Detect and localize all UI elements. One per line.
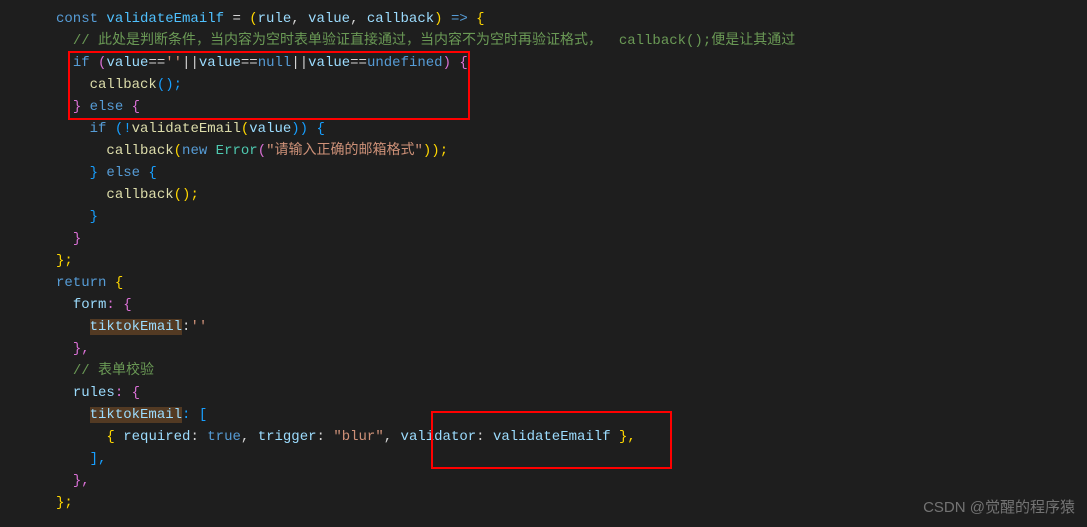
- code-line: },: [56, 338, 1087, 360]
- code-line: return {: [56, 272, 1087, 294]
- code-line: tiktokEmail: [: [56, 404, 1087, 426]
- code-line: tiktokEmail:'': [56, 316, 1087, 338]
- code-line: };: [56, 250, 1087, 272]
- code-line: } else {: [56, 162, 1087, 184]
- code-line: const validateEmailf = (rule, value, cal…: [56, 8, 1087, 30]
- code-line: callback();: [56, 74, 1087, 96]
- code-line: }: [56, 228, 1087, 250]
- code-line: },: [56, 470, 1087, 492]
- code-line: }: [56, 206, 1087, 228]
- code-line: if (value==''||value==null||value==undef…: [56, 52, 1087, 74]
- code-line: // 此处是判断条件，当内容为空时表单验证直接通过，当内容不为空时再验证格式， …: [56, 30, 1087, 52]
- code-line: // 表单校验: [56, 360, 1087, 382]
- watermark: CSDN @觉醒的程序猿: [923, 497, 1075, 519]
- code-line: { required: true, trigger: "blur", valid…: [56, 426, 1087, 448]
- code-line: callback(new Error("请输入正确的邮箱格式"));: [56, 140, 1087, 162]
- code-line: if (!validateEmail(value)) {: [56, 118, 1087, 140]
- code-line: rules: {: [56, 382, 1087, 404]
- code-line: } else {: [56, 96, 1087, 118]
- code-editor[interactable]: const validateEmailf = (rule, value, cal…: [0, 0, 1087, 514]
- code-line: form: {: [56, 294, 1087, 316]
- code-line: ],: [56, 448, 1087, 470]
- code-line: callback();: [56, 184, 1087, 206]
